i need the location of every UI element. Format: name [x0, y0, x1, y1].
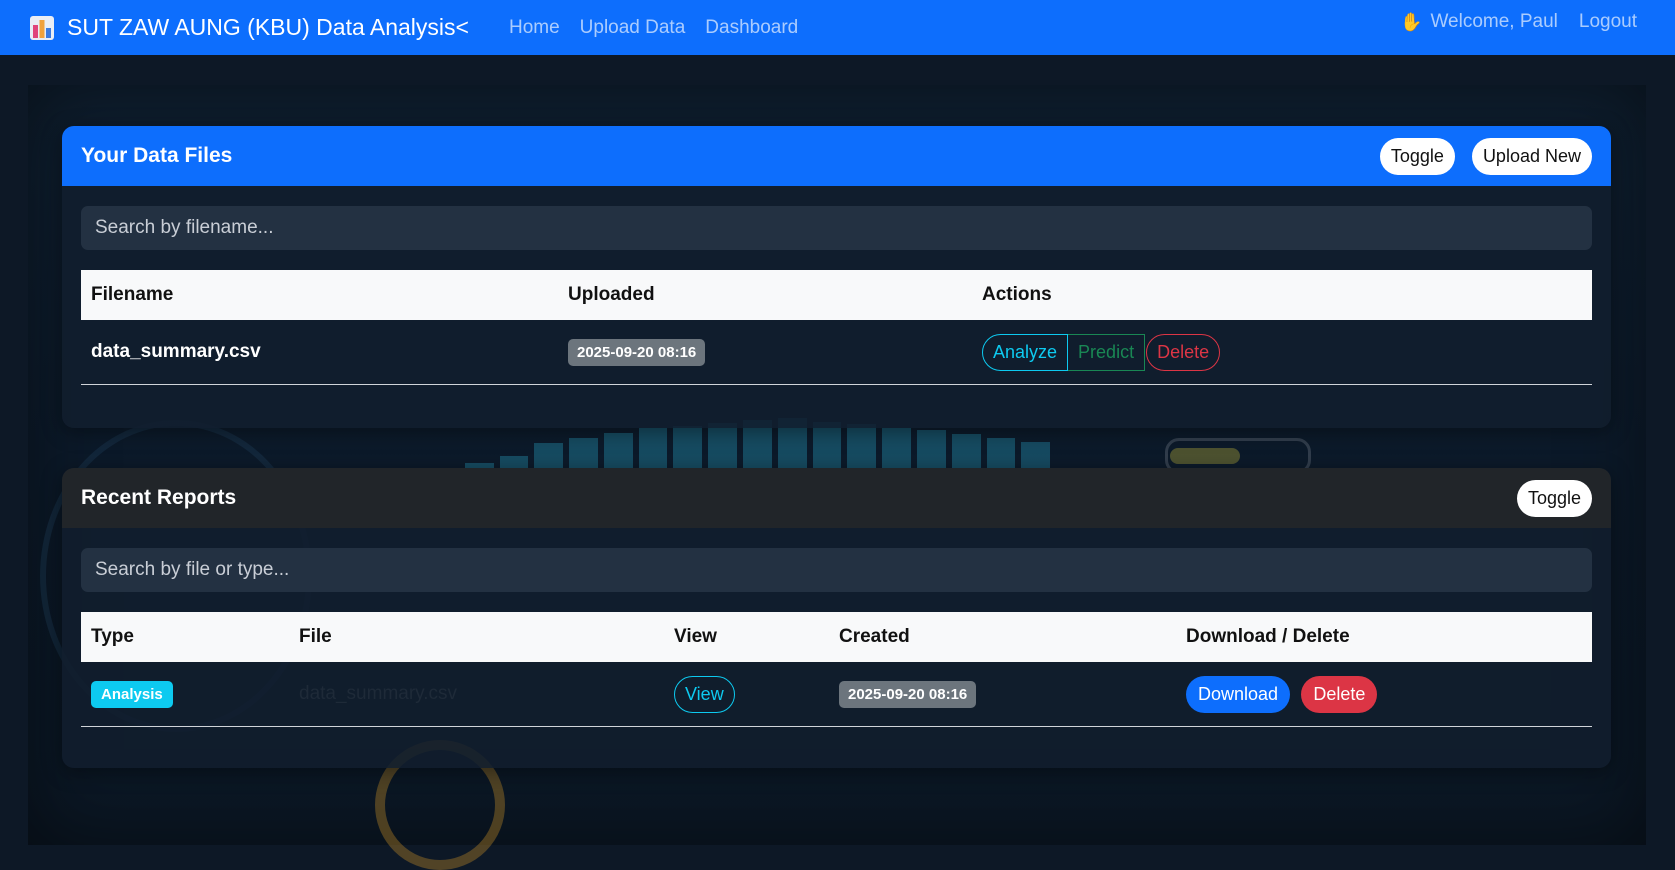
delete-file-button[interactable]: Delete — [1146, 333, 1221, 371]
report-created-cell: 2025-09-20 08:16 — [829, 662, 1176, 727]
data-files-header-buttons: Toggle Upload New — [1379, 137, 1592, 175]
logout-link[interactable]: Logout — [1579, 11, 1637, 33]
welcome-text-wrapper: ✋ Welcome, Paul — [1400, 11, 1558, 33]
analyze-button[interactable]: Analyze — [982, 333, 1069, 371]
table-header-row: Filename Uploaded Actions — [81, 270, 1592, 320]
actions-cell: Analyze Predict Delete — [972, 320, 1592, 385]
report-search-input[interactable] — [81, 548, 1592, 592]
column-header-filename: Filename — [91, 284, 174, 305]
uploaded-timestamp-badge: 2025-09-20 08:16 — [568, 338, 706, 366]
column-header-created: Created — [839, 626, 910, 647]
column-header-view: View — [674, 626, 717, 647]
file-name-cell: data_summary.csv — [81, 320, 558, 385]
report-type-badge: Analysis — [91, 680, 173, 708]
recent-reports-header-buttons: Toggle — [1516, 479, 1592, 517]
column-header-file: File — [299, 626, 332, 647]
navbar: SUT ZAW AUNG (KBU) Data Analysis< Home U… — [0, 0, 1675, 55]
toggle-files-button[interactable]: Toggle — [1379, 137, 1455, 175]
data-files-title: Your Data Files — [81, 144, 233, 167]
column-header-type: Type — [91, 626, 134, 647]
upload-new-button[interactable]: Upload New — [1471, 137, 1592, 175]
toggle-reports-button[interactable]: Toggle — [1516, 479, 1592, 517]
predict-button[interactable]: Predict — [1068, 333, 1146, 371]
table-row: data_summary.csv 2025-09-20 08:16 Analyz… — [81, 320, 1592, 385]
nav-upload-data-link[interactable]: Upload Data — [580, 17, 686, 39]
brand-title: SUT ZAW AUNG (KBU) Data Analysis< — [67, 14, 469, 40]
recent-reports-header: Recent Reports Toggle — [62, 468, 1611, 528]
data-files-header: Your Data Files Toggle Upload New — [62, 126, 1611, 186]
report-file-cell: data_summary.csv — [289, 662, 664, 727]
data-files-table: Filename Uploaded Actions data_summary.c… — [81, 270, 1592, 385]
table-row: Analysis data_summary.csv View 2025-09-2… — [81, 662, 1592, 727]
recent-reports-body: Type File View Created Download / Delete… — [62, 528, 1611, 727]
bar-chart-icon — [30, 15, 54, 40]
data-files-body: Filename Uploaded Actions data_summary.c… — [62, 186, 1611, 385]
nav-dashboard-link[interactable]: Dashboard — [705, 17, 798, 39]
brand-link[interactable]: SUT ZAW AUNG (KBU) Data Analysis< — [30, 6, 469, 50]
nav-user-area: ✋ Welcome, Paul Logout — [1400, 0, 1637, 44]
background-decoration — [1170, 448, 1240, 464]
column-header-actions: Actions — [982, 284, 1052, 305]
column-header-download-delete: Download / Delete — [1186, 626, 1350, 647]
view-report-button[interactable]: View — [674, 675, 735, 713]
reports-table: Type File View Created Download / Delete… — [81, 612, 1592, 727]
filename-search-input[interactable] — [81, 206, 1592, 250]
report-actions-cell: Download Delete — [1176, 662, 1592, 727]
waving-hand-icon: ✋ — [1400, 11, 1423, 32]
column-header-uploaded: Uploaded — [568, 284, 655, 305]
nav-links: Home Upload Data Dashboard — [489, 17, 798, 39]
welcome-text: Welcome, Paul — [1430, 11, 1558, 32]
download-report-button[interactable]: Download — [1186, 675, 1291, 713]
report-type-cell: Analysis — [81, 662, 289, 727]
data-files-card: Your Data Files Toggle Upload New Filena… — [62, 126, 1611, 428]
created-timestamp-badge: 2025-09-20 08:16 — [839, 680, 977, 708]
report-view-cell: View — [664, 662, 829, 727]
nav-home-link[interactable]: Home — [509, 17, 560, 39]
table-header-row: Type File View Created Download / Delete — [81, 612, 1592, 662]
delete-report-button[interactable]: Delete — [1301, 675, 1378, 713]
uploaded-cell: 2025-09-20 08:16 — [558, 320, 972, 385]
recent-reports-title: Recent Reports — [81, 486, 237, 509]
recent-reports-card: Recent Reports Toggle Type File View Cre… — [62, 468, 1611, 768]
file-action-buttons: Analyze Predict Delete — [982, 333, 1221, 371]
